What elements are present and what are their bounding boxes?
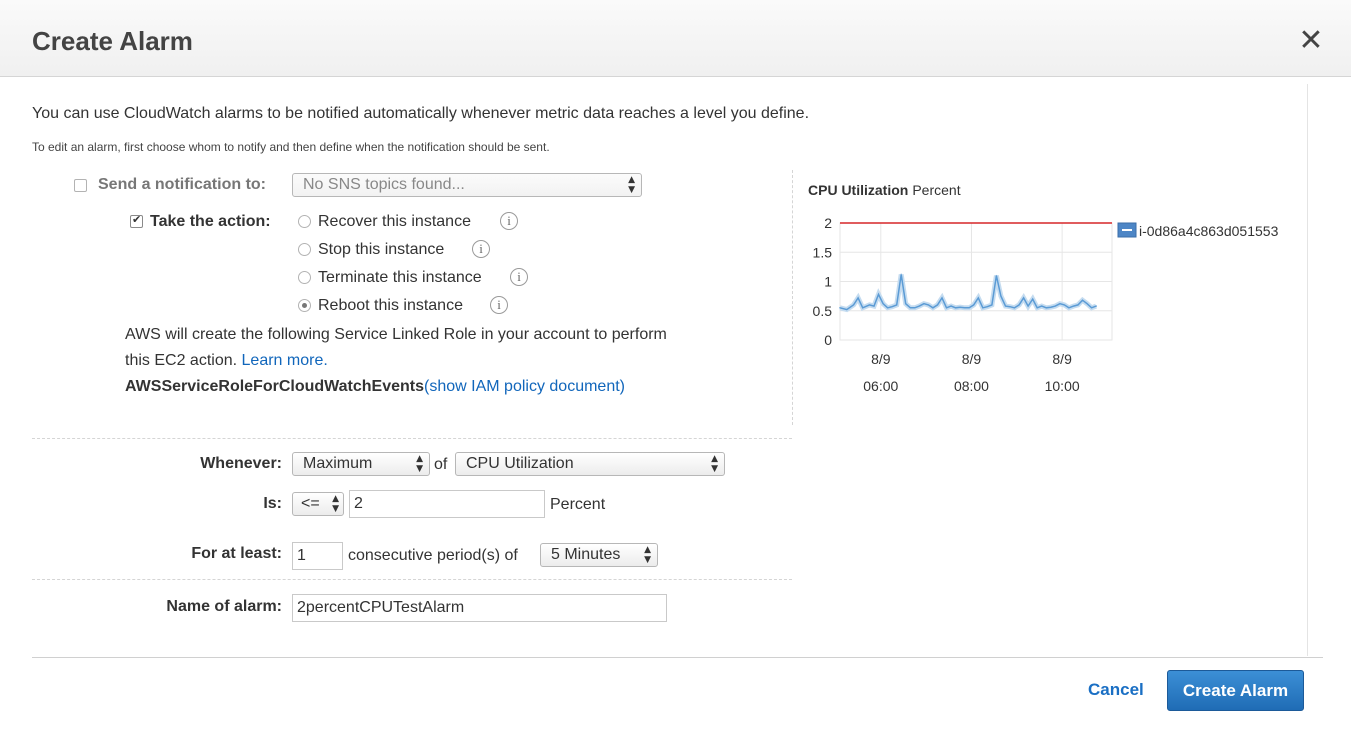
close-icon[interactable]: ✕: [1296, 26, 1326, 56]
take-action-label: Take the action:: [150, 213, 271, 230]
period-length-value: 5 Minutes: [551, 546, 621, 563]
x-tick-time: 08:00: [954, 378, 989, 394]
metric-select[interactable]: CPU Utilization ▲ ▼: [455, 452, 725, 476]
y-tick-label: 1: [824, 274, 832, 290]
sns-topic-value: No SNS topics found...: [303, 176, 465, 193]
x-tick-date: 8/9: [962, 351, 982, 367]
reboot-info-icon[interactable]: i: [490, 296, 508, 314]
y-tick-label: 0: [824, 332, 832, 348]
periods-input[interactable]: 1: [292, 542, 343, 570]
send-notification-checkbox[interactable]: [74, 179, 87, 192]
period-length-select[interactable]: 5 Minutes ▲ ▼: [540, 543, 658, 567]
section-divider-vertical: [792, 170, 793, 425]
chart-title-row: CPU Utilization Percent: [808, 182, 961, 198]
cancel-button[interactable]: Cancel: [1088, 680, 1144, 700]
subintro-text: To edit an alarm, first choose whom to n…: [32, 140, 550, 154]
dialog-title: Create Alarm: [32, 26, 193, 56]
whenever-label: Whenever:: [200, 455, 282, 472]
send-notification-label: Send a notification to:: [98, 176, 266, 193]
y-tick-label: 1.5: [813, 244, 833, 260]
role-description-line2: this EC2 action. Learn more.: [125, 352, 328, 370]
terminate-instance-radio[interactable]: [298, 271, 311, 284]
dialog-header: Create Alarm ✕: [0, 0, 1351, 77]
stop-instance-label: Stop this instance: [318, 241, 445, 258]
metric-value: CPU Utilization: [466, 455, 574, 472]
select-arrows-icon: ▲ ▼: [644, 545, 651, 565]
alarm-name-label: Name of alarm:: [166, 598, 282, 615]
for-at-least-label: For at least:: [191, 545, 282, 562]
periods-text: consecutive period(s) of: [348, 547, 518, 564]
terminate-instance-label: Terminate this instance: [318, 269, 482, 286]
sns-topic-select[interactable]: No SNS topics found... ▲ ▼: [292, 173, 642, 197]
section-divider: [32, 438, 792, 439]
show-iam-policy-link[interactable]: (show IAM policy document): [424, 378, 625, 395]
footer-divider: [32, 657, 1323, 658]
reboot-instance-label: Reboot this instance: [318, 297, 463, 314]
terminate-info-icon[interactable]: i: [510, 268, 528, 286]
legend-label: i-0d86a4c863d051553: [1139, 223, 1279, 239]
of-label: of: [434, 456, 448, 473]
is-label: Is:: [263, 495, 282, 512]
role-description-line1: AWS will create the following Service Li…: [125, 326, 667, 343]
intro-text: You can use CloudWatch alarms to be noti…: [32, 105, 810, 122]
chart-title: CPU Utilization: [808, 182, 908, 198]
stop-info-icon[interactable]: i: [472, 240, 490, 258]
operator-value: <=: [301, 495, 320, 512]
statistic-value: Maximum: [303, 455, 373, 472]
threshold-unit: Percent: [550, 496, 606, 513]
x-tick-time: 06:00: [863, 378, 898, 394]
chart-subtitle: Percent: [912, 182, 960, 198]
chart-grid: [839, 222, 1113, 341]
recover-info-icon[interactable]: i: [500, 212, 518, 230]
stop-instance-radio[interactable]: [298, 243, 311, 256]
section-divider-2: [32, 579, 792, 580]
reboot-instance-radio[interactable]: [298, 299, 311, 312]
select-arrows-icon: ▲ ▼: [332, 494, 339, 514]
x-tick-date: 8/9: [871, 351, 891, 367]
chart-y-ticks: 0 0.5 1 1.5 2: [813, 215, 833, 348]
threshold-input[interactable]: 2: [349, 490, 545, 518]
x-tick-date: 8/9: [1052, 351, 1072, 367]
alarm-name-input[interactable]: 2percentCPUTestAlarm: [292, 594, 667, 622]
role-description-text: this EC2 action.: [125, 352, 238, 369]
learn-more-link[interactable]: Learn more.: [242, 352, 328, 369]
select-arrows-icon: ▲ ▼: [416, 454, 423, 474]
y-tick-label: 2: [824, 215, 832, 231]
create-alarm-button[interactable]: Create Alarm: [1167, 670, 1304, 711]
chart-x-ticks: 8/9 06:00 8/9 08:00 8/9 10:00: [863, 351, 1080, 394]
cpu-utilization-chart: CPU Utilization Percent 0 0.5 1 1.5 2 8/9 06:0…: [808, 182, 1279, 394]
scrollbar-track[interactable]: [1307, 84, 1308, 656]
statistic-select[interactable]: Maximum ▲ ▼: [292, 452, 430, 476]
chart-legend[interactable]: i-0d86a4c863d051553: [1117, 222, 1279, 239]
select-arrows-icon: ▲ ▼: [628, 175, 635, 195]
recover-instance-label: Recover this instance: [318, 213, 471, 230]
x-tick-time: 10:00: [1045, 378, 1080, 394]
role-name-row: AWSServiceRoleForCloudWatchEvents(show I…: [125, 378, 625, 396]
y-tick-label: 0.5: [813, 303, 833, 319]
role-name: AWSServiceRoleForCloudWatchEvents: [125, 378, 425, 395]
operator-select[interactable]: <= ▲ ▼: [292, 492, 344, 516]
take-action-checkbox[interactable]: [130, 213, 143, 228]
select-arrows-icon: ▲ ▼: [711, 454, 718, 474]
recover-instance-radio[interactable]: [298, 215, 311, 228]
legend-minus-icon: [1122, 229, 1132, 231]
